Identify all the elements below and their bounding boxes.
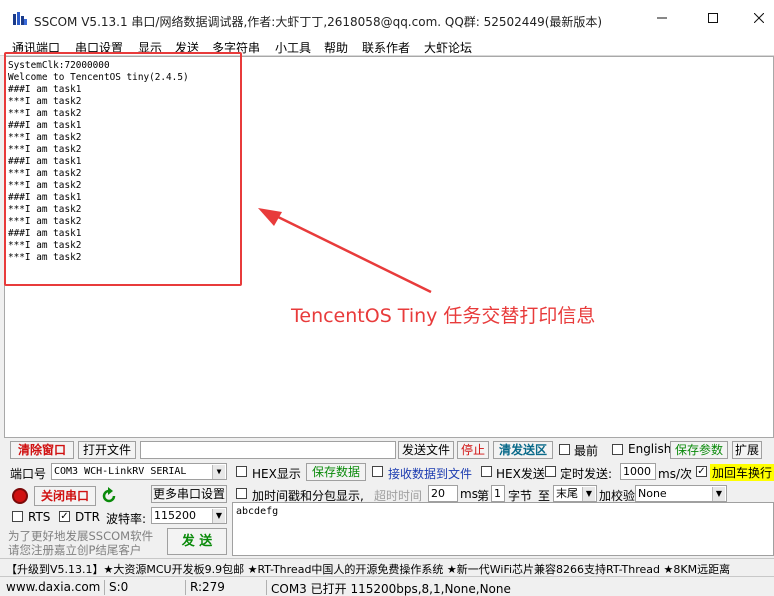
status-sent-count: S:0	[104, 580, 128, 595]
checkmark-icon: ✓	[60, 511, 69, 522]
port-select[interactable]: COM3 WCH-LinkRV SERIAL ▼	[51, 463, 227, 480]
status-website[interactable]: www.daxia.com	[4, 580, 100, 595]
send-button[interactable]: 发 送	[167, 528, 227, 555]
recv-to-file-label[interactable]: 接收数据到文件	[388, 465, 472, 482]
annotation-highlight-box	[4, 52, 242, 286]
timestamp-checkbox[interactable]	[236, 488, 247, 499]
send-file-button[interactable]: 发送文件	[398, 441, 454, 459]
stop-button[interactable]: 停止	[457, 441, 489, 459]
checksum-select[interactable]: None ▼	[635, 485, 727, 502]
status-port-info: COM3 已打开 115200bps,8,1,None,None	[266, 580, 511, 596]
promo-line-2: 请您注册嘉立创P结尾客户	[8, 543, 142, 557]
english-label: English	[628, 442, 672, 456]
chevron-down-icon: ▼	[582, 487, 595, 501]
port-select-value: COM3 WCH-LinkRV SERIAL	[54, 466, 187, 477]
baud-label: 波特率:	[106, 512, 147, 526]
minimize-icon	[657, 17, 667, 19]
menu-item-forum[interactable]: 大虾论坛	[424, 39, 472, 56]
chevron-down-icon: ▼	[212, 465, 225, 479]
checksum-select-value: None	[638, 487, 667, 500]
timed-send-label: 定时发送:	[560, 467, 613, 481]
dtr-label: DTR	[75, 510, 100, 524]
to-select-value: 末尾	[556, 487, 578, 500]
open-file-button[interactable]: 打开文件	[78, 441, 136, 459]
annotation-label: TencentOS Tiny 任务交替打印信息	[291, 305, 596, 327]
refresh-icon[interactable]	[100, 487, 118, 505]
file-path-input[interactable]	[140, 441, 396, 459]
hex-send-checkbox[interactable]	[481, 466, 492, 477]
menu-item-help[interactable]: 帮助	[324, 39, 348, 56]
recv-to-file-checkbox[interactable]	[372, 466, 383, 477]
maximize-button[interactable]	[690, 0, 736, 36]
append-crlf-checkbox[interactable]: ✓	[696, 466, 707, 477]
save-params-button[interactable]: 保存参数	[670, 441, 728, 459]
window-title: SSCOM V5.13.1 串口/网络数据调试器,作者:大虾丁丁,2618058…	[34, 15, 603, 29]
append-crlf-label: 加回车换行	[710, 464, 774, 481]
byte-index-input[interactable]: 1	[491, 485, 505, 502]
port-status-led-icon	[12, 488, 28, 504]
dtr-checkbox[interactable]: ✓	[59, 511, 70, 522]
maximize-icon	[708, 13, 718, 23]
ad-ticker-text[interactable]: 【升级到V5.13.1】★大资源MCU开发板9.9包邮 ★RT-Thread中国…	[6, 561, 730, 577]
rts-label: RTS	[28, 510, 51, 524]
rts-checkbox[interactable]	[12, 511, 23, 522]
menu-item-contact[interactable]: 联系作者	[362, 39, 410, 56]
close-button[interactable]	[736, 0, 774, 36]
interval-unit: ms/次	[658, 467, 692, 481]
close-icon	[754, 13, 764, 23]
interval-input[interactable]: 1000	[620, 463, 656, 480]
to-select[interactable]: 末尾 ▼	[553, 485, 597, 502]
save-data-button[interactable]: 保存数据	[306, 463, 366, 481]
baud-select[interactable]: 115200 ▼	[151, 507, 227, 524]
checkmark-icon: ✓	[697, 466, 706, 477]
topmost-checkbox[interactable]	[559, 444, 570, 455]
status-received-count: R:279	[185, 580, 225, 595]
chevron-down-icon: ▼	[212, 509, 225, 523]
timeout-input[interactable]: 20	[428, 485, 458, 502]
hex-display-checkbox[interactable]	[236, 466, 247, 477]
expand-button[interactable]: 扩展	[732, 441, 762, 459]
clear-send-button[interactable]: 清发送区	[493, 441, 553, 459]
clear-window-button[interactable]: 清除窗口	[10, 441, 74, 459]
chevron-down-icon: ▼	[712, 487, 725, 501]
close-port-button[interactable]: 关闭串口	[34, 486, 96, 506]
hex-display-label: HEX显示	[252, 467, 301, 481]
more-settings-button[interactable]: 更多串口设置	[151, 485, 227, 503]
send-text: abcdefg	[236, 506, 279, 517]
baud-select-value: 115200	[154, 509, 196, 522]
english-checkbox[interactable]	[612, 444, 623, 455]
timed-send-checkbox[interactable]	[545, 466, 556, 477]
app-logo-icon	[12, 11, 28, 27]
topmost-label: 最前	[574, 444, 599, 458]
hex-send-label: HEX发送	[496, 467, 545, 481]
timeout-unit: ms	[460, 487, 478, 501]
send-textarea[interactable]	[232, 502, 774, 556]
minimize-button[interactable]	[639, 0, 685, 36]
menu-item-tools[interactable]: 小工具	[275, 39, 311, 56]
port-label: 端口号	[10, 467, 47, 481]
